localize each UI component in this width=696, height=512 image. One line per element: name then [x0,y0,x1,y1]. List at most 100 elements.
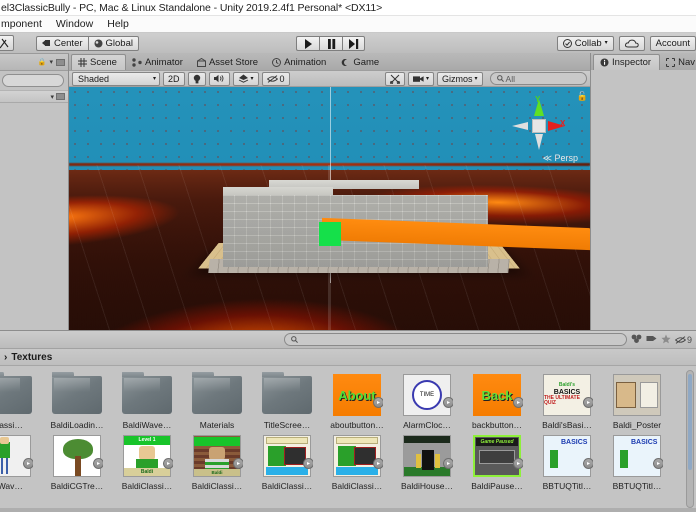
tab-navigation[interactable]: Nav [660,54,696,70]
asset-item[interactable]: Baldi ▸ BaldiClassi… [186,433,248,491]
transform-tools[interactable] [0,35,14,51]
menu-item-help[interactable]: Help [107,18,129,30]
scene-camera-dropdown[interactable]: ▾ [408,71,435,86]
green-block [319,222,341,246]
asset-item[interactable]: ▸ BaldiClassi… [326,433,388,491]
clock-face: TIME [412,380,442,410]
asset-item[interactable]: Materials [186,372,248,430]
asset-item[interactable]: Baldi_Poster [606,372,668,430]
asset-item[interactable]: TIME ▸ AlarmCloc… [396,372,458,430]
pause-button[interactable] [319,36,342,51]
scene-tools-button[interactable] [385,71,405,86]
breadcrumb-current[interactable]: Textures [11,352,52,363]
gizmo-axis-negx-cone[interactable] [512,122,528,130]
expand-badge[interactable]: ▸ [373,397,383,408]
scene-orientation-gizmo[interactable]: Y X [510,95,568,155]
space-mode-button[interactable]: Global [87,35,139,51]
favorite-filter-icon[interactable] [661,334,671,346]
asset-item[interactable]: ▸ BaldiHouse… [396,433,458,491]
asset-item[interactable]: ▸ BaldiClassi… [256,433,318,491]
asset-item[interactable]: ▸ BaldiCGTre… [46,433,108,491]
expand-badge[interactable]: ▸ [513,458,523,469]
tab-animation[interactable]: Animation [266,54,334,70]
folder-icon [122,372,172,414]
expand-badge[interactable]: ▸ [93,458,103,469]
hidden-filter-icon[interactable]: 9 [674,335,692,345]
project-scrollbar[interactable] [686,370,694,508]
collab-button[interactable]: Collab ▾ [556,36,614,51]
transform-tool-icon[interactable] [0,35,14,51]
tab-asset-store[interactable]: Asset Store [191,54,266,70]
main-toolbar: Center Global Collab ▾ Account [0,33,696,54]
eye-off-icon [266,74,278,83]
expand-badge[interactable]: ▸ [163,458,173,469]
scene-viewport[interactable]: Y X 🔓 ≪ Persp [69,87,590,330]
tab-scene-label: Scene [90,57,117,68]
tab-game[interactable]: Game [334,54,387,70]
asset-item[interactable]: Game Paused ▸ BaldiPause… [466,433,528,491]
project-search-input[interactable] [284,333,627,346]
asset-item[interactable]: About ▸ aboutbutton… [326,372,388,430]
pivot-mode-button[interactable]: Center [36,35,88,51]
status-bar [0,508,696,512]
panel-menu-icon[interactable] [56,58,65,66]
menu-item-window[interactable]: Window [56,18,93,30]
expand-badge[interactable]: ▸ [23,458,33,469]
panel-menu-icon[interactable] [56,93,65,100]
asset-item[interactable]: BaldiLoadin… [46,372,108,430]
scene-visibility-toggle[interactable]: 0 [261,71,290,86]
chevron-down-icon[interactable]: ▾ [50,93,54,101]
cloud-services-button[interactable] [618,36,645,51]
perspective-label[interactable]: ≪ Persp [543,153,578,164]
expand-badge[interactable]: ▸ [303,458,313,469]
expand-badge[interactable]: ▸ [583,397,593,408]
unlock-icon[interactable]: 🔓 [577,91,588,102]
asset-item[interactable]: Level 1 Baldi ▸ BaldiClassi… [116,433,178,491]
expand-badge[interactable]: ▸ [653,458,663,469]
tab-inspector[interactable]: Inspector [593,54,661,70]
asset-label: BBTUQTitl… [542,481,592,491]
menu-item-component[interactable]: mponent [1,18,42,30]
expand-badge[interactable]: ▸ [443,458,453,469]
asset-item[interactable]: Back ▸ backbutton… [466,372,528,430]
tab-animator[interactable]: Animator [126,54,191,70]
step-button[interactable] [342,36,365,51]
asset-label: Classi… [0,420,23,430]
gizmo-axis-negy-cone[interactable] [535,134,543,150]
scene-search-input[interactable]: All [489,72,587,85]
asset-item[interactable]: BASICS ▸ BBTUQTitl… [606,433,668,491]
asset-item[interactable]: BASICS ▸ BBTUQTitl… [536,433,598,491]
scene-lighting-toggle[interactable] [187,71,206,86]
type-filter-icon[interactable] [631,334,642,345]
scene-fx-dropdown[interactable]: ▾ [232,71,259,86]
toggle-2d-button[interactable]: 2D [163,71,185,86]
asset-thumbnail: ▸ [0,433,33,479]
hierarchy-search-input[interactable] [2,74,64,87]
expand-badge[interactable]: ▸ [583,458,593,469]
expand-badge[interactable]: ▸ [443,397,453,408]
asset-item[interactable]: TitleScree… [256,372,318,430]
lock-icon[interactable]: 🔒 [38,58,47,66]
project-scrollbar-thumb[interactable] [688,374,692,470]
asset-grid[interactable]: Classi… BaldiLoadin… BaldiWave… Material… [0,366,696,512]
animator-icon [132,57,142,67]
asset-item[interactable]: Classi… [0,372,38,430]
label-filter-icon[interactable] [646,334,657,345]
asset-item[interactable]: ▸ i_Wav… [0,433,38,491]
gizmo-center-cube[interactable] [532,119,546,133]
gizmos-dropdown[interactable]: Gizmos ▾ [437,71,483,86]
expand-badge[interactable]: ▸ [233,458,243,469]
breadcrumb-caret-icon[interactable]: › [4,352,7,363]
chevron-down-icon[interactable]: ▾ [49,58,53,66]
tab-scene[interactable]: Scene [71,54,126,70]
scene-audio-toggle[interactable] [208,71,230,86]
breadcrumb: › Textures [0,349,696,366]
baldi-classic-texture-4 [333,435,381,477]
account-button[interactable]: Account [649,36,696,51]
expand-badge[interactable]: ▸ [513,397,523,408]
shading-mode-dropdown[interactable]: Shaded ▾ [72,71,160,86]
asset-item[interactable]: BaldiWave… [116,372,178,430]
expand-badge[interactable]: ▸ [373,458,383,469]
play-button[interactable] [296,36,319,51]
asset-item[interactable]: Baldi's BASICS THE ULTIMATE QUIZ ▸ Baldi… [536,372,598,430]
